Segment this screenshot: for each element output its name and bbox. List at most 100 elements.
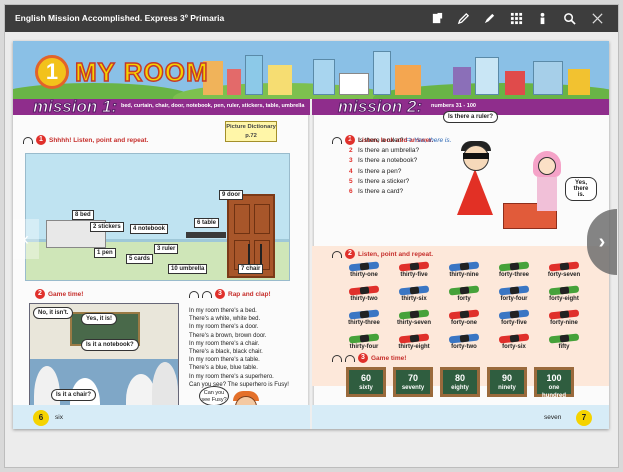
pencil-number-tag	[509, 262, 520, 271]
pencil-number-tag	[459, 310, 470, 319]
pencil-icon	[448, 309, 480, 320]
pencil-number-word: forty-five	[501, 320, 527, 326]
grid-icon[interactable]	[508, 10, 524, 26]
pencil-number-tag	[359, 286, 370, 295]
chalkboard[interactable]: 80 eighty	[440, 367, 480, 397]
marker-icon[interactable]	[481, 10, 497, 26]
room-label[interactable]: 1 pen	[94, 248, 116, 258]
pencil-number-tag	[359, 310, 370, 319]
top-toolbar: English Mission Accomplished. Express 3º…	[5, 5, 618, 32]
pencil-icon	[398, 261, 430, 272]
audio-icon[interactable]	[189, 290, 199, 298]
pencil-number-word: forty-four	[500, 296, 528, 302]
pencil-number-word: thirty-five	[400, 272, 428, 278]
room-label[interactable]: 6 table	[194, 218, 220, 228]
speech-bubble: No, it isn't.	[33, 307, 74, 319]
unit-number-badge: 1	[35, 55, 69, 89]
room-label[interactable]: 10 umbrella	[168, 264, 208, 274]
room-label[interactable]: 2 stickers	[90, 222, 124, 232]
number-pencil[interactable]: forty-eight	[539, 285, 589, 302]
number-pencil[interactable]: forty-three	[489, 261, 539, 278]
question-row: 1 Is there a ruler? ⇨ Yes, there is.	[349, 135, 452, 144]
poem-line: In my room there's a door.	[189, 324, 259, 331]
pencil-number-tag	[359, 334, 370, 343]
speech-bubble: Is it a notebook?	[81, 339, 139, 351]
right-exercise3-header: 3 Game time!	[332, 353, 406, 363]
audio-icon[interactable]	[23, 136, 33, 144]
number-pencil[interactable]: thirty-one	[339, 261, 389, 278]
pencil-number-word: fifty	[558, 344, 570, 350]
number-pencil[interactable]: thirty-seven	[389, 309, 439, 326]
left-exercise2-header: 2 Game time!	[35, 289, 83, 299]
audio-icon[interactable]	[332, 354, 342, 362]
picture-dictionary-note[interactable]: Picture Dictionary p.72	[225, 121, 277, 142]
pencil-number-word: thirty-nine	[449, 272, 479, 278]
poem-line: In my room there's a chair.	[189, 340, 260, 347]
chalkboard[interactable]: 70 seventy	[393, 367, 433, 397]
room-label[interactable]: 8 bed	[72, 210, 94, 220]
number-pencil[interactable]: forty-two	[439, 333, 489, 350]
pencil-icon	[348, 333, 380, 344]
number-pencil[interactable]: forty-one	[439, 309, 489, 326]
mission1-subtitle: bed, curtain, chair, door, notebook, pen…	[121, 103, 305, 109]
room-label[interactable]: 7 chair	[238, 264, 264, 274]
poem-line: In my room there's a superhero.	[189, 373, 274, 380]
number-pencil[interactable]: forty	[439, 285, 489, 302]
pencil-icon	[548, 285, 580, 296]
poem-line: There's a brown, brown door.	[189, 332, 267, 339]
app-window: English Mission Accomplished. Express 3º…	[4, 4, 619, 468]
pencil-icon	[498, 261, 530, 272]
book-spread: 1 MY ROOM mission 1: bed, curtain, chair…	[13, 41, 609, 429]
number-pencil[interactable]: thirty-eight	[389, 333, 439, 350]
audio-icon[interactable]	[345, 354, 355, 362]
number-pencil[interactable]: forty-seven	[539, 261, 589, 278]
right-exercise2-header: 2 Listen, point and repeat.	[332, 249, 433, 259]
chalkboard-row: 60 sixty 70 seventy 80 eighty 90 ninety 100 o…	[346, 367, 574, 399]
number-pencil[interactable]: thirty-four	[339, 333, 389, 350]
chalkboard[interactable]: 60 sixty	[346, 367, 386, 397]
search-icon[interactable]	[561, 10, 577, 26]
exercise-instruction: Game time!	[371, 354, 407, 362]
room-label[interactable]: 4 notebook	[130, 224, 169, 234]
table-illustration	[186, 232, 226, 238]
pencil-icon	[548, 261, 580, 272]
poem-line: In my room there's a table.	[189, 357, 260, 364]
room-label[interactable]: 3 ruler	[154, 244, 179, 254]
left-exercise3-header: 3 Rap and clap!	[189, 289, 271, 299]
pencil-number-tag	[409, 262, 420, 271]
number-pencil[interactable]: fifty	[539, 333, 589, 350]
exercise-number: 3	[215, 289, 225, 299]
mission1-title: mission 1:	[32, 97, 118, 117]
right-page-footer: seven 7	[312, 405, 609, 429]
exercise-number: 3	[358, 353, 368, 363]
pencil-icon[interactable]	[455, 10, 471, 26]
chalkboard[interactable]: 90 ninety	[487, 367, 527, 397]
number-pencil[interactable]: forty-four	[489, 285, 539, 302]
room-label[interactable]: 9 door	[219, 190, 244, 200]
audio-icon[interactable]	[332, 250, 342, 258]
audio-icon[interactable]	[202, 290, 212, 298]
pencil-number-tag	[559, 286, 570, 295]
exercise-instruction: Game time!	[48, 290, 84, 298]
audio-icon[interactable]	[332, 136, 342, 144]
room-label[interactable]: 5 cards	[126, 254, 154, 264]
pencil-icon	[348, 285, 380, 296]
chalkboard[interactable]: 100 one hundred	[534, 367, 574, 399]
pencil-icon	[498, 309, 530, 320]
number-pencil[interactable]: thirty-three	[339, 309, 389, 326]
previous-page-button[interactable]: ‹	[13, 219, 39, 259]
notes-icon[interactable]	[429, 10, 445, 26]
number-pencil[interactable]: forty-six	[489, 333, 539, 350]
pencil-number-tag	[559, 262, 570, 271]
number-pencil[interactable]: thirty-two	[339, 285, 389, 302]
number-pencil[interactable]: forty-five	[489, 309, 539, 326]
number-pencil[interactable]: thirty-nine	[439, 261, 489, 278]
number-pencil[interactable]: thirty-six	[389, 285, 439, 302]
pencil-number-word: thirty-four	[349, 344, 379, 350]
answer-bubble: Yes, there is.	[565, 177, 597, 201]
pencil-icon	[348, 309, 380, 320]
close-icon[interactable]	[589, 10, 605, 26]
number-pencil[interactable]: forty-nine	[539, 309, 589, 326]
number-pencil[interactable]: thirty-five	[389, 261, 439, 278]
ruler-icon[interactable]	[534, 10, 550, 26]
